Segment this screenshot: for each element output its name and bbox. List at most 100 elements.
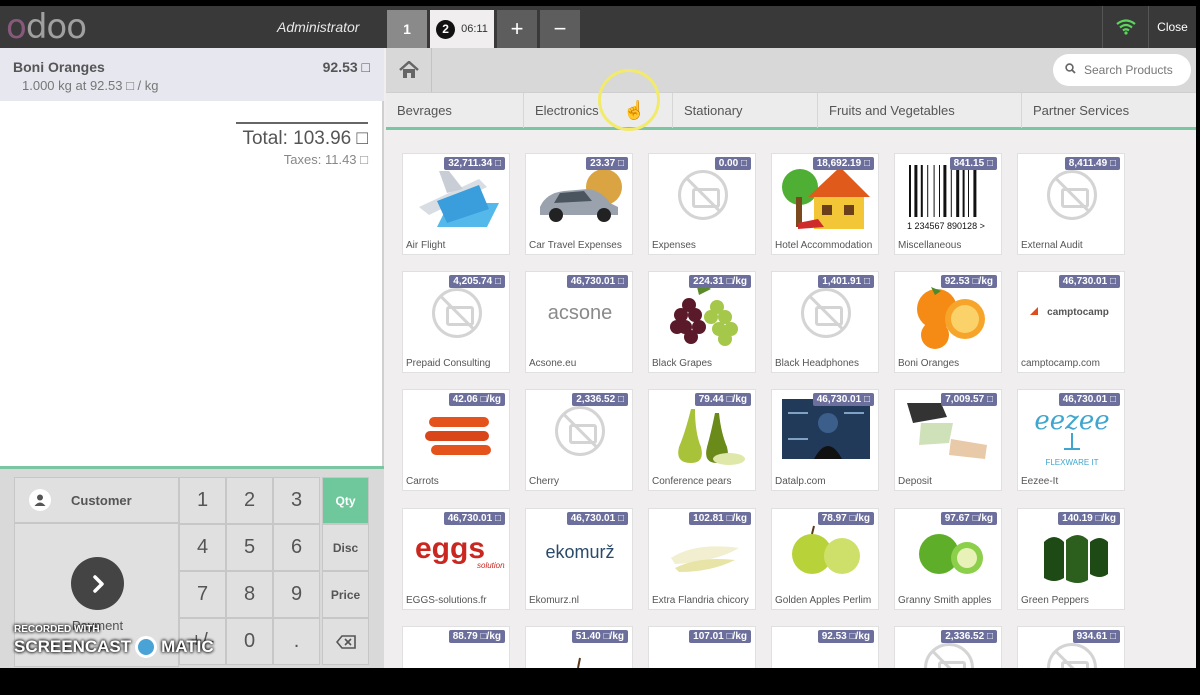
search-input[interactable]: Search Products bbox=[1084, 63, 1173, 77]
product-card[interactable]: 23.37 □ Car Travel Expenses bbox=[525, 153, 633, 255]
category-stationary[interactable]: Stationary bbox=[673, 93, 818, 128]
product-card[interactable]: 88.79 □/kg bbox=[402, 626, 510, 668]
product-card[interactable]: 32,711.34 □ Air Flight bbox=[402, 153, 510, 255]
product-card[interactable]: 46,730.01 □ Datalp.com bbox=[771, 389, 879, 491]
numpad-key-4[interactable]: 4 bbox=[179, 524, 226, 571]
pos-app: o doo Administrator 1 2 06:11 + − Close B… bbox=[0, 6, 1196, 668]
product-card[interactable]: 140.19 □/kg Green Peppers bbox=[1017, 508, 1125, 610]
product-card[interactable]: 107.01 □/kg bbox=[648, 626, 756, 668]
svg-text:eggs: eggs bbox=[415, 532, 485, 565]
add-order-button[interactable]: + bbox=[497, 10, 537, 48]
product-name: Granny Smith apples bbox=[898, 595, 992, 606]
order-line-selected[interactable]: Boni Oranges 92.53 □ 1.000 kg at 92.53 □… bbox=[0, 48, 384, 101]
product-name: External Audit bbox=[1021, 240, 1083, 251]
remove-order-button[interactable]: − bbox=[540, 10, 580, 48]
product-price: 0.00 □ bbox=[714, 157, 751, 170]
product-header: Search Products bbox=[386, 48, 1196, 92]
product-price: 102.81 □/kg bbox=[689, 512, 751, 525]
product-price: 2,336.52 □ bbox=[572, 393, 628, 406]
product-card[interactable]: 8,411.49 □ External Audit bbox=[1017, 153, 1125, 255]
search-box[interactable]: Search Products bbox=[1053, 54, 1191, 86]
product-name: Black Headphones bbox=[775, 358, 859, 369]
product-card[interactable]: 934.61 □ bbox=[1017, 626, 1125, 668]
product-card[interactable]: 1,401.91 □ Black Headphones bbox=[771, 271, 879, 373]
numpad-key-dot[interactable]: . bbox=[273, 618, 320, 665]
numpad-key-2[interactable]: 2 bbox=[226, 477, 273, 524]
category-bevrages[interactable]: Bevrages bbox=[386, 93, 524, 128]
product-card[interactable]: 92.53 □/kg bbox=[771, 626, 879, 668]
screencast-watermark: RECORDED WITH SCREENCAST MATIC bbox=[14, 624, 214, 658]
product-price: 46,730.01 □ bbox=[443, 512, 505, 525]
product-card[interactable]: 42.06 □/kg Carrots bbox=[402, 389, 510, 491]
product-card[interactable]: 1 234567 890128 > 841.15 □ Miscellaneous bbox=[894, 153, 1002, 255]
numpad-key-7[interactable]: 7 bbox=[179, 571, 226, 618]
product-card[interactable]: 0.00 □ Expenses bbox=[648, 153, 756, 255]
product-card[interactable]: eezee FLEXWARE IT 46,730.01 □ Eezee-It bbox=[1017, 389, 1125, 491]
product-price: 23.37 □ bbox=[586, 157, 628, 170]
product-name: Black Grapes bbox=[652, 358, 713, 369]
watermark-left: SCREENCAST bbox=[14, 637, 132, 656]
svg-text:eezee: eezee bbox=[1034, 406, 1109, 436]
home-button[interactable] bbox=[386, 48, 432, 92]
numpad-key-6[interactable]: 6 bbox=[273, 524, 320, 571]
mode-qty-button[interactable]: Qty bbox=[322, 477, 369, 524]
product-card[interactable]: camptocamp 46,730.01 □ camptocamp.com bbox=[1017, 271, 1125, 373]
product-name: Acsone.eu bbox=[529, 358, 577, 369]
product-card[interactable]: 92.53 □/kg Boni Oranges bbox=[894, 271, 1002, 373]
product-card[interactable]: 78.97 □/kg Golden Apples Perlim bbox=[771, 508, 879, 610]
pos-header: o doo Administrator 1 2 06:11 + − Close bbox=[0, 6, 1196, 48]
product-price: 7,009.57 □ bbox=[941, 393, 997, 406]
product-price: 46,730.01 □ bbox=[1058, 393, 1120, 406]
product-name: Carrots bbox=[406, 476, 439, 487]
watermark-main: SCREENCAST MATIC bbox=[14, 636, 214, 658]
watermark-right: MATIC bbox=[161, 637, 214, 656]
product-card[interactable]: 102.81 □/kg Extra Flandria chicory bbox=[648, 508, 756, 610]
product-price: 79.44 □/kg bbox=[694, 393, 751, 406]
search-icon bbox=[1065, 63, 1076, 77]
product-name: Prepaid Consulting bbox=[406, 358, 491, 369]
product-price: 107.01 □/kg bbox=[689, 630, 751, 643]
mode-disc-button[interactable]: Disc bbox=[322, 524, 369, 571]
product-card[interactable]: eggssolutions 46,730.01 □ EGGS-solutions.f… bbox=[402, 508, 510, 610]
order-line-name: Boni Oranges bbox=[13, 59, 105, 75]
product-card[interactable]: 224.31 □/kg Black Grapes bbox=[648, 271, 756, 373]
product-name: Golden Apples Perlim bbox=[775, 595, 872, 606]
username[interactable]: Administrator bbox=[277, 19, 359, 35]
numpad-key-5[interactable]: 5 bbox=[226, 524, 273, 571]
customer-button[interactable]: Customer bbox=[14, 477, 179, 523]
user-icon bbox=[29, 489, 51, 511]
product-card[interactable]: acsone 46,730.01 □ Acsone.eu bbox=[525, 271, 633, 373]
numpad-key-0[interactable]: 0 bbox=[226, 618, 273, 665]
numpad-key-9[interactable]: 9 bbox=[273, 571, 320, 618]
product-card[interactable]: 97.67 □/kg Granny Smith apples bbox=[894, 508, 1002, 610]
odoo-logo: o doo bbox=[6, 7, 87, 47]
order-tab-2[interactable]: 2 06:11 bbox=[430, 10, 494, 48]
order-time: 06:11 bbox=[461, 23, 488, 35]
product-card[interactable]: 7,009.57 □ Deposit bbox=[894, 389, 1002, 491]
product-price: 97.67 □/kg bbox=[940, 512, 997, 525]
product-price: 78.97 □/kg bbox=[817, 512, 874, 525]
product-card[interactable]: ekomurž 46,730.01 □ Ekomurz.nl bbox=[525, 508, 633, 610]
wifi-icon bbox=[1102, 6, 1148, 48]
product-card[interactable]: 18,692.19 □ Hotel Accommodation bbox=[771, 153, 879, 255]
category-partner-services[interactable]: Partner Services bbox=[1022, 93, 1196, 128]
numpad-key-3[interactable]: 3 bbox=[273, 477, 320, 524]
product-price: 2,336.52 □ bbox=[941, 630, 997, 643]
numpad-key-1[interactable]: 1 bbox=[179, 477, 226, 524]
product-card[interactable]: 2,336.52 □ bbox=[894, 626, 1002, 668]
numpad-key-8[interactable]: 8 bbox=[226, 571, 273, 618]
category-fruits-and-vegetables[interactable]: Fruits and Vegetables bbox=[818, 93, 1022, 128]
order-tab-1[interactable]: 1 bbox=[387, 10, 427, 48]
product-card[interactable]: 79.44 □/kg Conference pears bbox=[648, 389, 756, 491]
product-price: 92.53 □/kg bbox=[817, 630, 874, 643]
product-card[interactable]: 4,205.74 □ Prepaid Consulting bbox=[402, 271, 510, 373]
svg-text:acsone: acsone bbox=[548, 302, 613, 324]
product-name: Ekomurz.nl bbox=[529, 595, 580, 606]
product-price: 934.61 □ bbox=[1072, 630, 1120, 643]
mode-price-button[interactable]: Price bbox=[322, 571, 369, 618]
close-button[interactable]: Close bbox=[1148, 6, 1196, 48]
product-card[interactable]: 2,336.52 □ Cherry bbox=[525, 389, 633, 491]
product-price: 8,411.49 □ bbox=[1064, 157, 1120, 170]
backspace-button[interactable] bbox=[322, 618, 369, 665]
product-card[interactable]: 51.40 □/kg bbox=[525, 626, 633, 668]
